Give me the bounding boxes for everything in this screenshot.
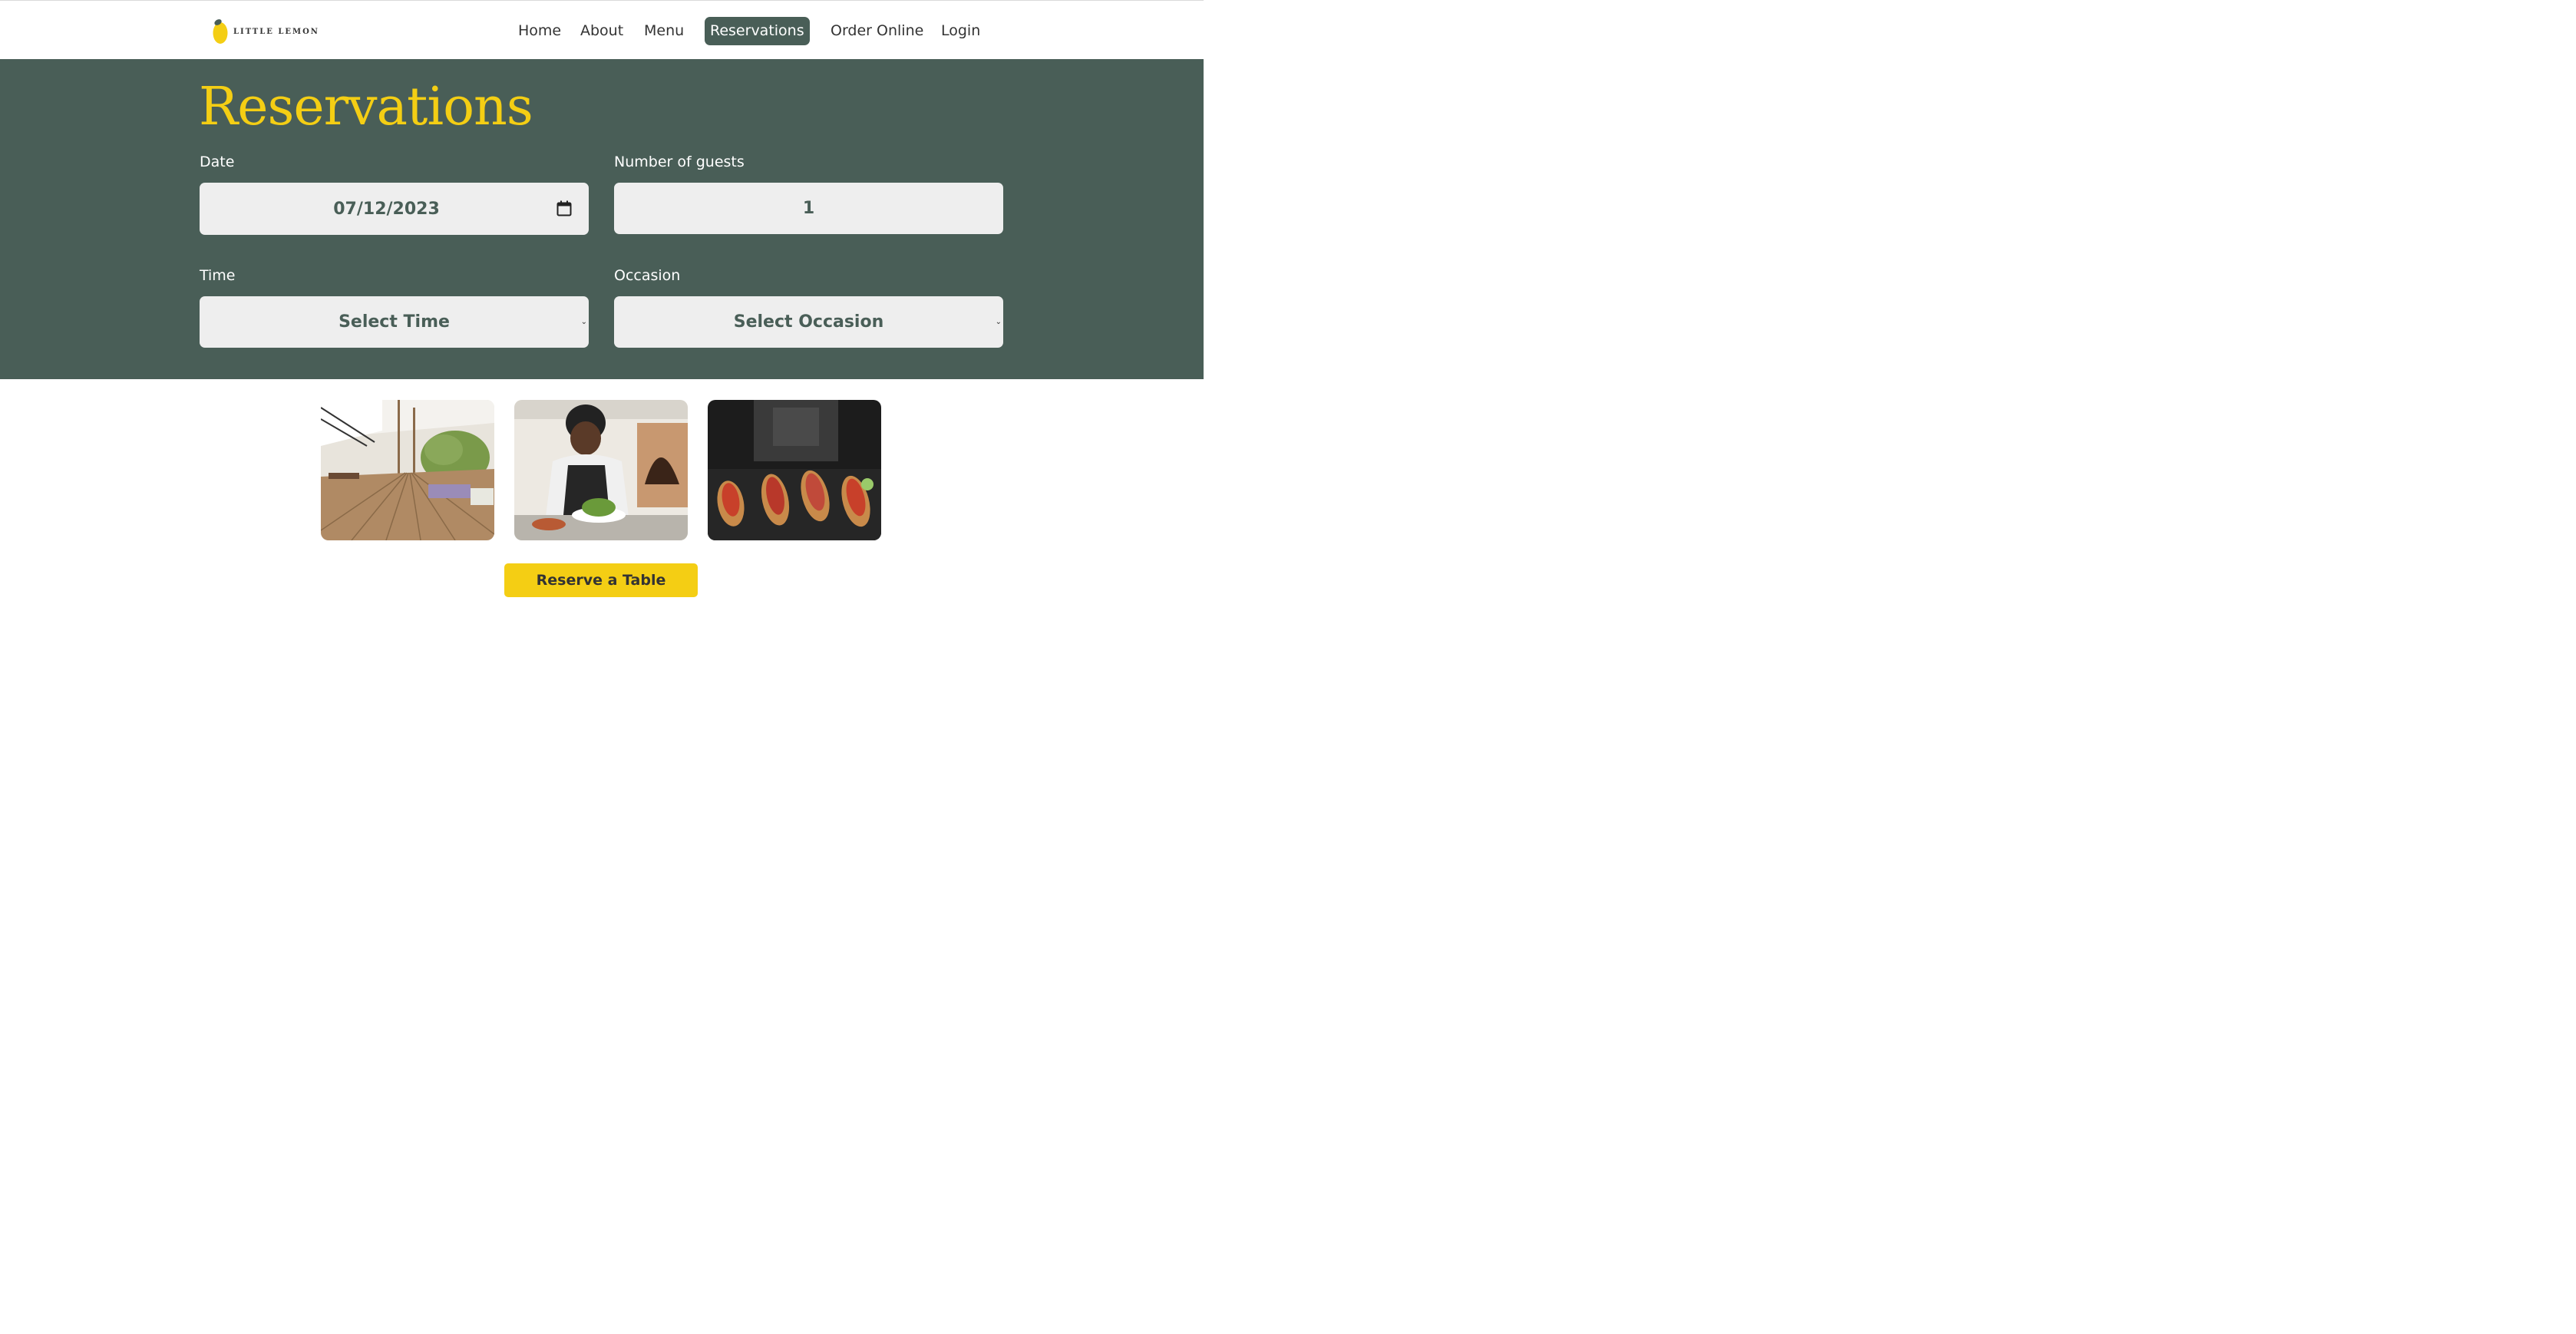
logo[interactable]: LITTLE LEMON <box>212 18 319 45</box>
occasion-selected: Select Occasion <box>733 312 884 332</box>
guests-input[interactable]: 1 <box>614 183 1003 234</box>
guests-label: Number of guests <box>614 154 745 170</box>
chevron-down-icon: ⌄ <box>580 318 587 326</box>
reservation-section <box>0 59 1204 379</box>
time-label: Time <box>200 267 236 284</box>
calendar-icon[interactable] <box>556 200 572 216</box>
chef-plating-photo <box>514 400 688 540</box>
nav-item-login[interactable]: Login <box>941 17 980 45</box>
occasion-label: Occasion <box>614 267 681 284</box>
nav-item-home[interactable]: Home <box>518 17 561 45</box>
nav-item-reservations[interactable]: Reservations <box>705 17 810 45</box>
nav-item-order-online[interactable]: Order Online <box>831 17 923 45</box>
chevron-down-icon: ⌄ <box>995 318 1002 326</box>
bruschetta-photo <box>708 400 881 540</box>
top-nav: LITTLE LEMON Home About Menu Reservation… <box>0 0 1204 59</box>
nav-item-menu[interactable]: Menu <box>644 17 684 45</box>
date-value: 07/12/2023 <box>333 199 440 219</box>
nav-item-about[interactable]: About <box>580 17 623 45</box>
page-title: Reservations <box>199 77 533 137</box>
time-selected: Select Time <box>339 312 450 332</box>
date-label: Date <box>200 154 235 170</box>
occasion-select[interactable]: Select Occasion ⌄ <box>614 296 1003 348</box>
lemon-icon <box>213 19 228 44</box>
guests-value: 1 <box>802 199 815 218</box>
brand-name: LITTLE LEMON <box>233 27 319 36</box>
restaurant-interior-photo <box>321 400 494 540</box>
date-input[interactable]: 07/12/2023 <box>200 183 589 235</box>
reserve-table-button[interactable]: Reserve a Table <box>504 563 698 597</box>
time-select[interactable]: Select Time ⌄ <box>200 296 589 348</box>
